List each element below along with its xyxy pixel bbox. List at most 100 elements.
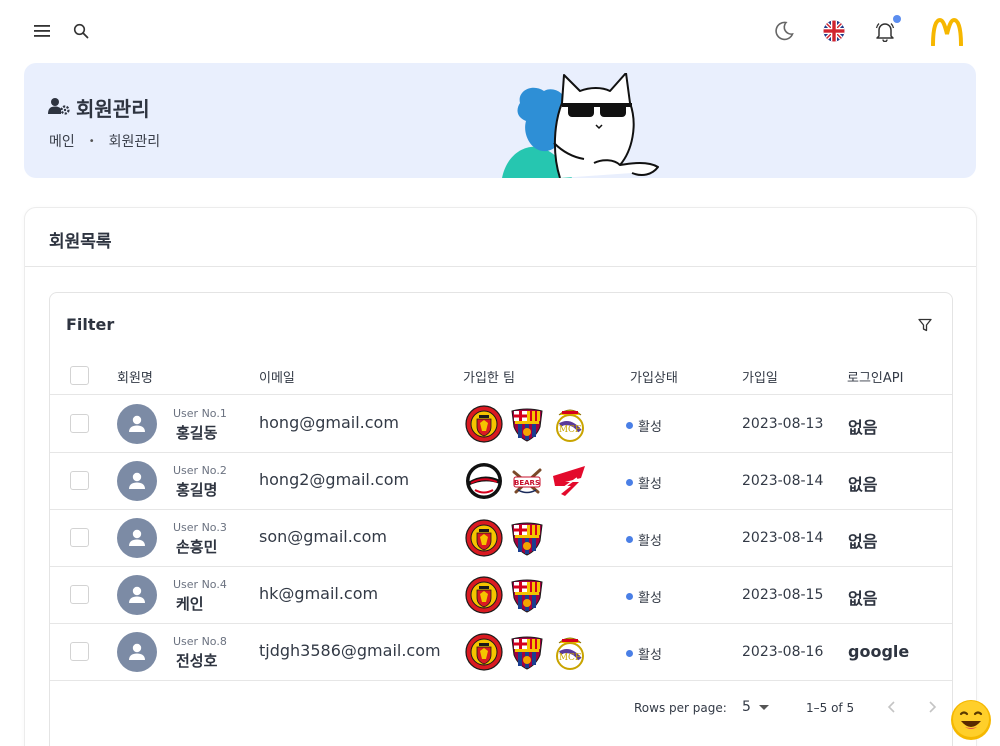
page-title-row: 회원관리: [48, 93, 150, 122]
manchester-united-crest: [465, 405, 503, 443]
uk-flag-icon[interactable]: [822, 19, 846, 43]
moon-icon[interactable]: [772, 18, 796, 44]
avatar: [117, 518, 157, 558]
select-all-checkbox[interactable]: [70, 366, 89, 385]
user-email: hk@gmail.com: [259, 584, 379, 603]
user-number: User No.2: [173, 464, 227, 477]
user-name: 케인: [176, 595, 204, 613]
top-bar: [0, 0, 1000, 62]
user-name: 손흥민: [176, 538, 218, 556]
caret-down-icon: [758, 699, 769, 715]
status-dot-icon: [626, 422, 633, 429]
user-number: User No.4: [173, 578, 227, 591]
cat-mascot-illustration: [502, 72, 662, 178]
table-row[interactable]: User No.3 손흥민 son@gmail.com 2023-08-14 없음 활성: [50, 510, 952, 567]
user-icon: [129, 529, 145, 546]
svg-text:BEARS: BEARS: [514, 479, 540, 487]
svg-text:MCF: MCF: [559, 425, 581, 435]
status-text: 활성: [638, 648, 662, 663]
fc-barcelona-crest: [508, 405, 546, 443]
manchester-united-crest: [465, 519, 503, 557]
row-checkbox[interactable]: [70, 585, 89, 604]
column-header-status[interactable]: 가입상태: [630, 367, 678, 386]
status-text: 활성: [638, 534, 662, 549]
user-name: 전성호: [176, 652, 218, 670]
notification-dot: [893, 15, 901, 23]
page-title: 회원관리: [76, 97, 150, 121]
member-list-card: 회원목록 Filter 회원명 이메일 가입한 팀 가입상태 가입일 로그인AP…: [24, 207, 977, 746]
column-header-teams[interactable]: 가입한 팀: [463, 367, 515, 386]
status-badge: 활성: [626, 644, 662, 663]
user-number: User No.1: [173, 407, 227, 420]
user-icon: [129, 415, 145, 432]
real-madrid-crest: MCF: [551, 405, 589, 443]
status-badge: 활성: [626, 530, 662, 549]
row-checkbox[interactable]: [70, 642, 89, 661]
join-date: 2023-08-14: [742, 530, 824, 546]
join-date: 2023-08-15: [742, 587, 824, 603]
table-row[interactable]: User No.4 케인 hk@gmail.com 2023-08-15 없음 활성: [50, 567, 952, 624]
login-api: 없음: [848, 418, 878, 437]
breadcrumb-separator: •: [88, 135, 95, 147]
page-header-banner: 회원관리 메인 • 회원관리: [24, 63, 976, 178]
baseball-team-b-logo: BEARS: [508, 462, 546, 500]
avatar: [117, 632, 157, 672]
row-checkbox[interactable]: [70, 528, 89, 547]
breadcrumb: 메인 • 회원관리: [49, 131, 160, 151]
user-icon: [129, 472, 145, 489]
breadcrumb-item-current: 회원관리: [108, 134, 161, 150]
user-icon: [129, 586, 145, 603]
row-checkbox[interactable]: [70, 471, 89, 490]
manchester-united-crest: [465, 576, 503, 614]
card-title: 회원목록: [49, 232, 112, 252]
column-header-email[interactable]: 이메일: [259, 367, 295, 386]
row-checkbox[interactable]: [70, 414, 89, 433]
chevron-left-icon[interactable]: [882, 697, 902, 717]
rows-per-page-label: Rows per page:: [634, 701, 727, 715]
login-api: google: [848, 642, 910, 661]
join-date: 2023-08-13: [742, 416, 824, 432]
rows-per-page-value: 5: [742, 699, 751, 715]
user-number: User No.8: [173, 635, 227, 648]
fc-barcelona-crest: [508, 576, 546, 614]
pagination: Rows per page: 5 1–5 of 5: [50, 689, 952, 729]
login-api: 없음: [848, 532, 878, 551]
login-api: 없음: [848, 475, 878, 494]
fc-barcelona-crest: [508, 519, 546, 557]
login-api: 없음: [848, 589, 878, 608]
rows-per-page-select[interactable]: 5: [742, 699, 769, 715]
user-gear-icon: [48, 97, 70, 119]
user-email: son@gmail.com: [259, 527, 387, 546]
avatar: [117, 404, 157, 444]
join-date: 2023-08-14: [742, 473, 824, 489]
column-header-join-date[interactable]: 가입일: [742, 367, 778, 386]
fc-barcelona-crest: [508, 633, 546, 671]
golden-arches-logo[interactable]: [930, 16, 964, 48]
breadcrumb-item-main[interactable]: 메인: [49, 131, 75, 151]
smiley-face-icon[interactable]: [950, 699, 992, 741]
search-icon[interactable]: [70, 20, 92, 42]
svg-text:MCF: MCF: [559, 653, 581, 663]
status-badge: 활성: [626, 473, 662, 492]
table-row[interactable]: User No.8 전성호 tjdgh3586@gmail.com 2023-08-1…: [50, 624, 952, 681]
status-dot-icon: [626, 536, 633, 543]
status-dot-icon: [626, 650, 633, 657]
baseball-team-a-logo: [465, 462, 503, 500]
card-divider: [25, 266, 976, 267]
user-icon: [129, 643, 145, 660]
real-madrid-crest: MCF: [551, 633, 589, 671]
table-row[interactable]: User No.2 홍길명 hong2@gmail.com 2023-08-14 없음 B…: [50, 453, 952, 510]
status-text: 활성: [638, 477, 662, 492]
pagination-range: 1–5 of 5: [806, 701, 855, 715]
avatar: [117, 461, 157, 501]
user-number: User No.3: [173, 521, 227, 534]
chevron-right-icon[interactable]: [922, 697, 942, 717]
column-header-login-api[interactable]: 로그인API: [847, 367, 903, 386]
table-row[interactable]: User No.1 홍길동 hong@gmail.com 2023-08-13 없음 MC…: [50, 396, 952, 453]
filter-icon[interactable]: [918, 317, 934, 333]
manchester-united-crest: [465, 633, 503, 671]
column-header-name[interactable]: 회원명: [117, 367, 153, 386]
avatar: [117, 575, 157, 615]
hamburger-menu-icon[interactable]: [30, 20, 54, 42]
status-dot-icon: [626, 479, 633, 486]
